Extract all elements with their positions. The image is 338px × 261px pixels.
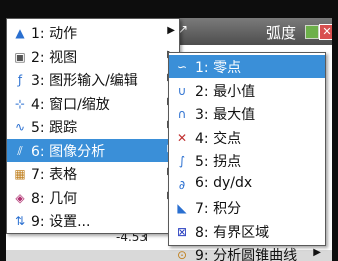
menu-item[interactable]: ∂ 6: dy/dx [169,173,325,196]
menu-item[interactable]: ƒ3: 图形输入/编辑▶ [7,68,179,91]
menu-item-label: 9: 分析圆锥曲线 [195,248,298,261]
menu-item-label: 7: 表格 [31,167,78,183]
menu-item-label: 5: 跟踪 [31,120,78,136]
menu-item[interactable]: ∩ 3: 最大值 [169,102,325,125]
menu-item[interactable]: ▦7: 表格▶ [7,162,179,185]
cursor-icon: ▲ [15,26,25,40]
inflection-icon: ∫ [178,154,186,168]
intersection-icon: ✕ [176,130,188,145]
bounded-area-icon: ⊠ [176,224,188,239]
menu-item-label: 2: 视图 [31,49,78,66]
maximum-icon: ∩ [177,107,187,121]
derivative-icon: ∂ [178,177,186,192]
zero-icon: ∽ [176,60,188,74]
window-zoom-icon: ⊹ [14,96,26,111]
menu-item-label: 2: 最小值 [195,83,256,100]
settings-icon: ⇅ [14,214,26,228]
menu-item[interactable]: ✕ 4: 交点 [169,126,325,149]
menu-item-label: 1: 零点 [195,60,242,76]
submenu-arrow-icon: ▶ [313,247,321,258]
menu-item[interactable]: ⊹4: 窗口/缩放▶ [7,92,179,115]
minimum-icon: ∪ [177,83,187,98]
menu-item[interactable]: ⊠ 8: 有界区域 [169,220,325,243]
menu-item-label: 4: 交点 [195,130,242,147]
calculator-screen: -4.53 ↗ 弧度 ✕ ▲1: 动作▶▣2: 视图▶ƒ3: 图形输入/编辑▶⊹… [0,0,338,261]
trace-icon: ∿ [14,120,26,134]
menu-item[interactable]: ⊙ 9: 分析圆锥曲线 ▶ [169,243,325,261]
menu-item[interactable]: ∫ 5: 拐点 [169,149,325,172]
menu-item-label: 5: 拐点 [195,154,242,170]
menu-item[interactable]: ∽ 1: 零点 [169,55,325,78]
menu-item[interactable]: ⇅ 9: 设置... [7,209,179,232]
menu-item-label: 3: 最大值 [195,107,256,123]
analyze-graph-icon: ⫽ [17,143,23,158]
view-icon: ▣ [14,49,26,64]
menu-item-label: 6: 图像分析 [31,143,106,160]
bezel-left [0,0,6,261]
menu-item-label: 6: dy/dx [195,174,253,191]
menu-item-label: 7: 积分 [195,201,242,217]
conic-icon: ⊙ [176,248,188,261]
menu-item-label: 8: 有界区域 [195,224,270,241]
bezel-right [332,0,338,261]
menu-item[interactable]: ▲ 1: 动作 ▶ [7,21,179,44]
menu-item[interactable]: ▣2: 视图▶ [7,45,179,68]
menu-item-label: 8: 几何 [31,190,78,207]
menu-item-label: 9: 设置... [31,214,91,230]
menu-item-label: 3: 图形输入/编辑 [31,73,138,89]
main-menu: ▲1: 动作▶▣2: 视图▶ƒ3: 图形输入/编辑▶⊹4: 窗口/缩放▶∿5: … [6,18,180,234]
geometry-icon: ◈ [15,190,25,205]
submenu-arrow-icon: ▶ [167,25,175,36]
menu-item-label: 1: 动作 [31,26,78,42]
menu-item[interactable]: ◈8: 几何▶ [7,186,179,209]
menu-item[interactable]: ∪ 2: 最小值 [169,79,325,102]
bezel-top [0,0,338,18]
menu-item[interactable]: ⫽6: 图像分析▶ [7,138,179,162]
graph-entry-icon: ƒ [17,73,23,87]
menu-item-label: 4: 窗口/缩放 [31,96,110,113]
analyze-graph-submenu: ∽ 1: 零点 ∪ 2: 最小值 ∩ 3: 最大值 ✕ 4: 交点 ∫ 5: 拐点 ∂ 6: dy/d… [168,52,326,261]
integral-icon: ◣ [177,201,187,215]
battery-icon [305,25,319,39]
menu-item[interactable]: ◣ 7: 积分 [169,196,325,219]
table-icon: ▦ [14,167,26,181]
angle-mode-label: 弧度 [265,24,296,42]
menu-item[interactable]: ∿5: 跟踪▶ [7,115,179,138]
